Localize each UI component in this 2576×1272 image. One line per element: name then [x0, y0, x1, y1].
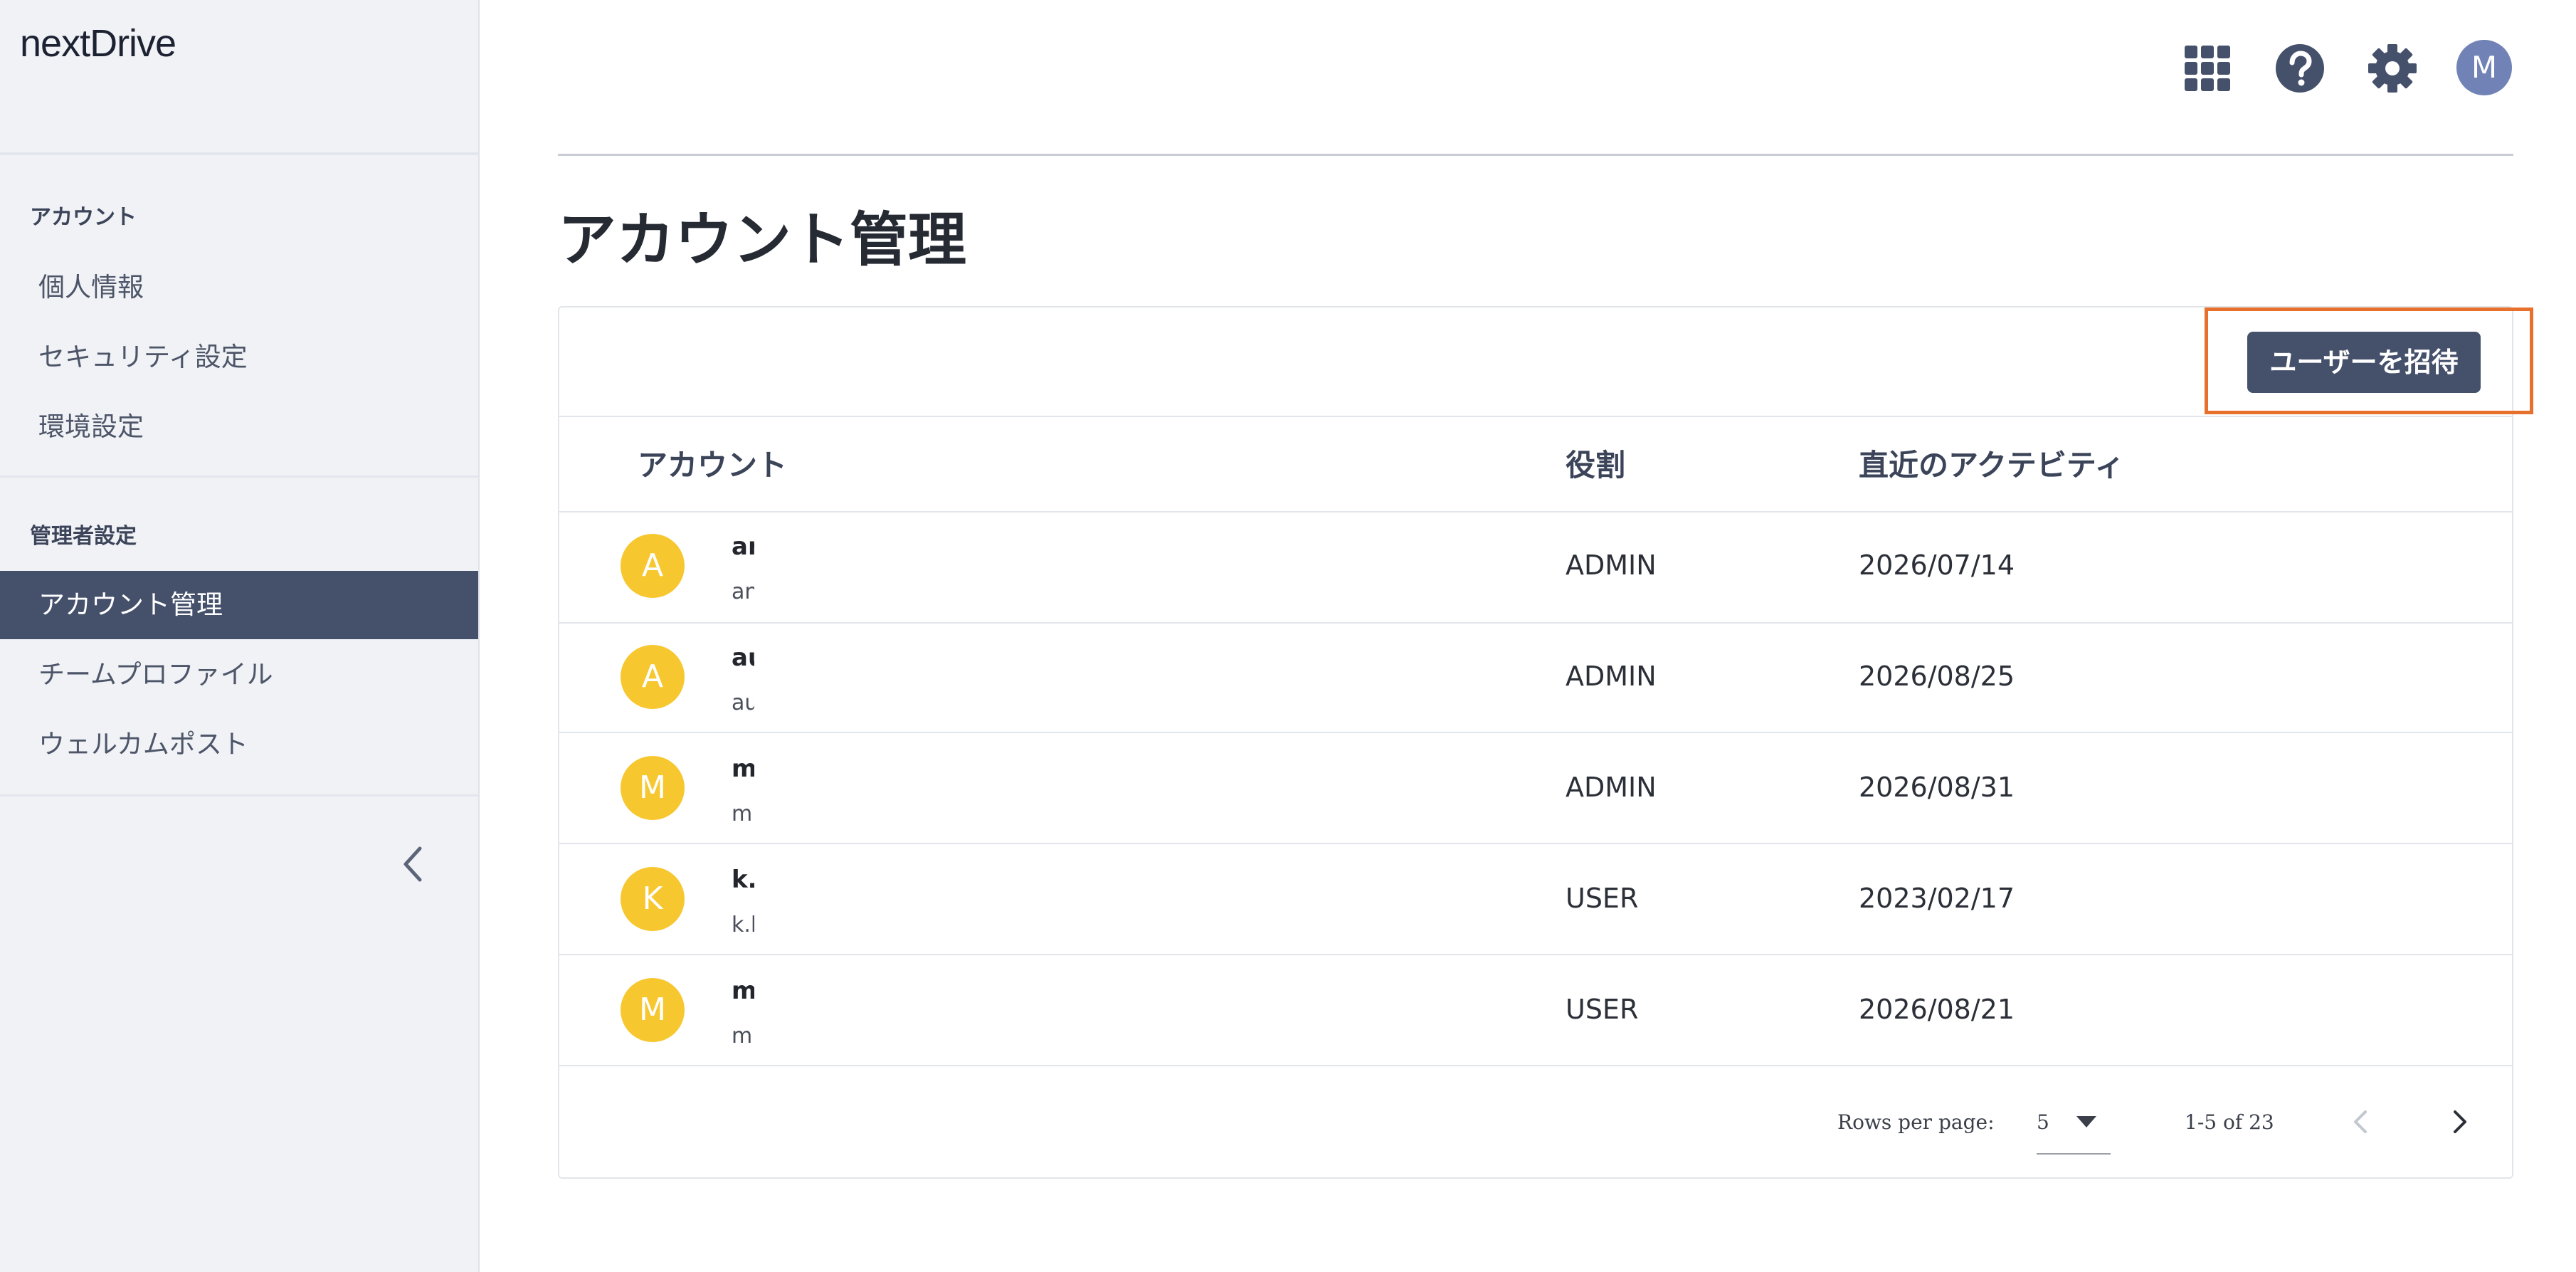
next-page-button[interactable] [2444, 1106, 2475, 1137]
role-cell: ADMIN [1566, 661, 1657, 692]
sidebar-item-account-management[interactable]: アカウント管理 [0, 571, 478, 639]
chevron-left-icon [2354, 1110, 2367, 1133]
avatar: A [621, 534, 685, 598]
last-activity-cell: 2026/07/14 [1859, 550, 2015, 581]
divider [0, 152, 478, 155]
rows-per-page-select[interactable]: 5 [2037, 1110, 2049, 1134]
sidebar-item-label: 環境設定 [38, 411, 144, 442]
redaction-mask [754, 844, 1496, 955]
nav-heading-account: アカウント [30, 205, 137, 230]
avatar: A [621, 645, 685, 709]
divider [558, 154, 2513, 156]
sidebar-item-label: チームプロファイル [38, 659, 273, 690]
invite-user-button[interactable]: ユーザーを招待 [2247, 332, 2481, 393]
sidebar-item-welcome-post[interactable]: ウェルカムポスト [0, 710, 478, 779]
avatar: K [621, 867, 685, 931]
redaction-mask [754, 513, 1496, 624]
account-name: k. [732, 866, 757, 894]
account-name: m [732, 977, 757, 1005]
rows-per-page-label: Rows per page: [1837, 1110, 1995, 1134]
pagination-range: 1-5 of 23 [2185, 1110, 2274, 1134]
sidebar: nextDrive アカウント 個人情報 セキュリティ設定 環境設定 管理者設定… [0, 0, 480, 1272]
divider [0, 475, 478, 478]
collapse-sidebar-button[interactable] [396, 843, 431, 885]
sidebar-item-security[interactable]: セキュリティ設定 [0, 323, 478, 391]
account-name: m [732, 755, 757, 783]
last-activity-cell: 2026/08/31 [1859, 772, 2015, 803]
user-avatar[interactable]: M [2456, 40, 2512, 95]
help-icon [2276, 44, 2324, 93]
chevron-left-icon [403, 846, 422, 882]
redaction-mask [754, 624, 1496, 735]
divider [559, 416, 2512, 417]
settings-button[interactable] [2364, 40, 2421, 97]
sidebar-item-label: 個人情報 [38, 272, 144, 303]
chevron-right-icon [2454, 1110, 2466, 1133]
avatar: M [621, 978, 685, 1042]
sidebar-item-label: ウェルカムポスト [38, 729, 248, 759]
role-cell: ADMIN [1566, 772, 1657, 803]
apps-grid-button[interactable] [2179, 40, 2236, 97]
last-activity-cell: 2026/08/21 [1859, 994, 2015, 1025]
account-email: k.l [732, 913, 757, 937]
sidebar-item-team-profile[interactable]: チームプロファイル [0, 641, 478, 709]
divider [559, 1065, 2512, 1066]
column-header-account: アカウント [638, 448, 788, 483]
column-header-last-activity: 直近のアクテビティ [1859, 448, 2125, 483]
page-title: アカウント管理 [558, 206, 967, 274]
sidebar-item-preferences[interactable]: 環境設定 [0, 393, 478, 461]
previous-page-button[interactable] [2345, 1106, 2377, 1137]
apps-grid-icon [2185, 46, 2230, 91]
redaction-mask [754, 955, 1496, 1066]
app-logo[interactable]: nextDrive [20, 21, 176, 65]
avatar: M [621, 756, 685, 820]
divider [0, 794, 478, 797]
caret-down-icon[interactable] [2076, 1116, 2096, 1128]
column-header-role: 役割 [1566, 448, 1626, 483]
redaction-mask [754, 733, 1496, 844]
sidebar-item-label: セキュリティ設定 [38, 342, 248, 372]
role-cell: USER [1566, 994, 1639, 1025]
role-cell: USER [1566, 883, 1639, 914]
sidebar-item-profile[interactable]: 個人情報 [0, 253, 478, 322]
nav-heading-admin: 管理者設定 [30, 524, 137, 549]
select-underline [2037, 1153, 2111, 1155]
role-cell: ADMIN [1566, 550, 1657, 581]
sidebar-item-label: アカウント管理 [38, 589, 223, 620]
help-button[interactable] [2271, 40, 2328, 97]
settings-gear-icon [2368, 44, 2417, 93]
last-activity-cell: 2026/08/25 [1859, 661, 2015, 692]
last-activity-cell: 2023/02/17 [1859, 883, 2015, 914]
